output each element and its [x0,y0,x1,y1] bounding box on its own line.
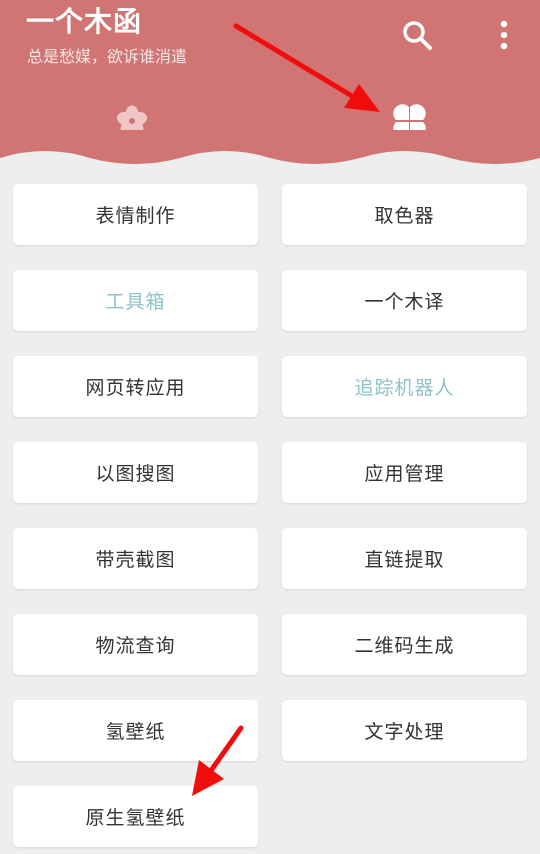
more-menu-button[interactable] [490,18,518,52]
tool-button[interactable]: 追踪机器人 [282,356,527,417]
app-header: 一个木函 总是愁媒，欲诉谁消遣 [0,0,540,165]
tool-button[interactable]: 二维码生成 [282,614,527,675]
tool-button[interactable]: 直链提取 [282,528,527,589]
tool-button-label: 应用管理 [364,463,445,485]
tool-button-label: 直链提取 [364,549,445,571]
tool-button-label: 追踪机器人 [354,377,455,399]
tool-button[interactable]: 网页转应用 [13,356,258,417]
tool-button[interactable]: 应用管理 [282,442,527,503]
tool-button[interactable]: 表情制作 [13,184,258,245]
tool-button-label: 取色器 [374,205,435,227]
tool-button-label: 表情制作 [95,205,176,227]
tool-button[interactable]: 取色器 [282,184,527,245]
search-button[interactable] [400,18,434,52]
tool-button[interactable]: 文字处理 [282,700,527,761]
tool-button-label: 文字处理 [364,721,445,743]
tool-button[interactable]: 氢壁纸 [13,700,258,761]
tool-button[interactable]: 以图搜图 [13,442,258,503]
tool-button-label: 物流查询 [95,635,176,657]
tool-button-label: 原生氢壁纸 [85,807,186,829]
tool-button[interactable]: 原生氢壁纸 [13,786,258,847]
search-icon [403,21,432,50]
tool-button[interactable]: 带壳截图 [13,528,258,589]
app-title: 一个木函 [26,5,143,38]
tool-button-label: 工具箱 [105,291,166,313]
tool-button-label: 氢壁纸 [105,721,166,743]
tool-button-label: 二维码生成 [354,635,455,657]
more-vert-icon [500,20,508,50]
tool-button-label: 带壳截图 [95,549,176,571]
header-wave-edge [0,130,540,165]
tool-button[interactable]: 工具箱 [13,270,258,331]
app-subtitle: 总是愁媒，欲诉谁消遣 [27,47,188,66]
tool-button-label: 网页转应用 [85,377,186,399]
tool-button-label: 一个木译 [364,291,445,313]
tool-button[interactable]: 物流查询 [13,614,258,675]
tool-button[interactable]: 一个木译 [282,270,527,331]
tool-button-label: 以图搜图 [95,463,176,485]
